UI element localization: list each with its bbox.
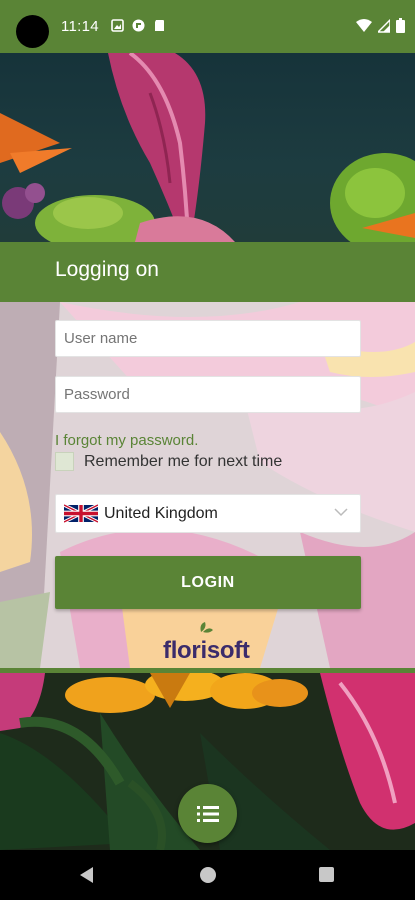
home-icon[interactable]	[200, 867, 216, 883]
logo-text: florisoft	[163, 637, 250, 664]
recents-icon[interactable]	[319, 867, 334, 882]
login-button[interactable]: LOGIN	[55, 556, 361, 609]
uk-flag-icon	[64, 503, 98, 524]
login-form: I forgot my password. Remember me for ne…	[0, 302, 415, 668]
page-title: Logging on	[55, 258, 159, 281]
camera-cutout	[16, 15, 49, 48]
remember-me-checkbox[interactable]	[55, 452, 74, 471]
remember-me-row[interactable]: Remember me for next time	[55, 452, 282, 471]
florisoft-logo-text: florisoft	[163, 630, 250, 664]
signal-icon	[378, 18, 390, 33]
list-icon	[196, 805, 219, 822]
page-header: Logging on	[0, 242, 415, 302]
navigation-bar	[0, 850, 415, 900]
back-icon[interactable]	[80, 867, 94, 883]
status-bar: 11:14	[0, 0, 415, 53]
forgot-password-link[interactable]: I forgot my password.	[55, 432, 198, 449]
image-icon	[111, 19, 124, 32]
menu-fab[interactable]	[178, 784, 237, 843]
header-photo	[0, 53, 415, 242]
sd-card-icon	[155, 20, 164, 31]
chevron-down-icon	[334, 508, 348, 517]
notification-icons	[111, 19, 166, 32]
system-icons	[356, 18, 405, 33]
country-select[interactable]: United Kingdom	[55, 494, 361, 533]
username-input[interactable]	[55, 320, 361, 357]
status-time: 11:14	[61, 18, 99, 35]
wifi-icon	[356, 18, 372, 32]
country-label: United Kingdom	[104, 504, 218, 522]
password-input[interactable]	[55, 376, 361, 413]
remember-me-label: Remember me for next time	[84, 452, 283, 470]
cast-icon	[132, 19, 145, 32]
battery-icon	[396, 18, 405, 33]
